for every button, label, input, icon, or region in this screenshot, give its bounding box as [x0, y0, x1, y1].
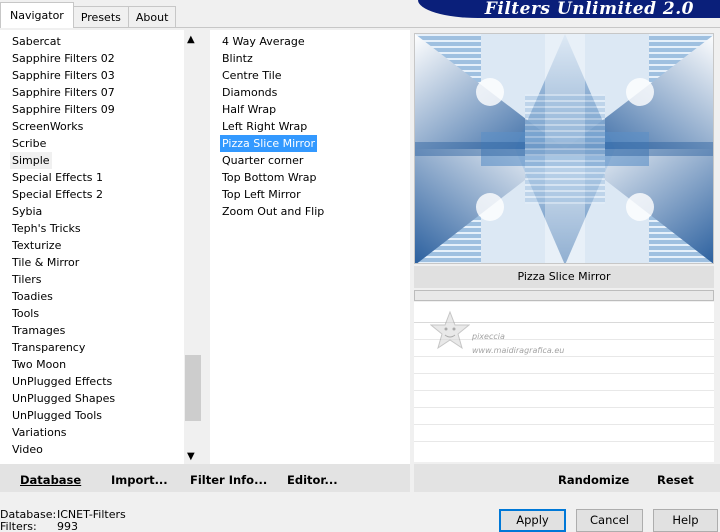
category-item[interactable]: Variations: [12, 424, 67, 441]
tab-presets[interactable]: Presets: [72, 6, 129, 28]
parameter-row-divider: [414, 390, 714, 391]
category-item[interactable]: Simple: [10, 152, 52, 169]
category-item[interactable]: Sapphire Filters 09: [12, 101, 115, 118]
category-item[interactable]: Special Effects 1: [12, 169, 103, 186]
category-item[interactable]: Toadies: [12, 288, 53, 305]
watermark: pixeccia www.maidiragrafica.eu: [429, 310, 600, 370]
parameter-row-divider: [414, 441, 714, 442]
title-banner: Filters Unlimited 2.0: [418, 0, 720, 19]
category-list[interactable]: Sabercat Sapphire Filters 02 Sapphire Filt…: [0, 30, 202, 464]
apply-button[interactable]: Apply: [499, 509, 566, 532]
parameter-row-divider: [414, 373, 714, 374]
category-item[interactable]: Sabercat: [12, 33, 61, 50]
parameter-row-divider: [414, 407, 714, 408]
reset-button[interactable]: Reset: [657, 473, 694, 487]
database-button[interactable]: Database: [20, 473, 81, 487]
filter-item[interactable]: Quarter corner: [220, 152, 305, 169]
cancel-button[interactable]: Cancel: [576, 509, 643, 532]
status-filters: Filters: 993: [0, 521, 78, 532]
progress-bar: [414, 290, 714, 301]
filter-item[interactable]: Left Right Wrap: [220, 118, 309, 135]
category-item[interactable]: UnPlugged Shapes: [12, 390, 115, 407]
filter-item[interactable]: Blintz: [220, 50, 255, 67]
category-item[interactable]: Sapphire Filters 02: [12, 50, 115, 67]
scrollbar-thumb[interactable]: [185, 355, 201, 421]
preview-caption: Pizza Slice Mirror: [414, 266, 714, 288]
category-item[interactable]: Tools: [12, 305, 39, 322]
navigator-button-bar: Database Import... Filter Info... Editor…: [0, 464, 410, 492]
filter-item[interactable]: 4 Way Average: [220, 33, 307, 50]
filter-list[interactable]: 4 Way Average Blintz Centre Tile Diamonds Ha…: [210, 30, 410, 464]
category-scrollbar[interactable]: ▲ ▼: [184, 30, 202, 464]
filter-item[interactable]: Zoom Out and Flip: [220, 203, 326, 220]
category-item[interactable]: UnPlugged Effects: [12, 373, 112, 390]
randomize-button[interactable]: Randomize: [558, 473, 629, 487]
category-item[interactable]: Teph's Tricks: [12, 220, 81, 237]
filter-item[interactable]: Pizza Slice Mirror: [220, 135, 318, 152]
category-item[interactable]: Special Effects 2: [12, 186, 103, 203]
banner-title: Filters Unlimited 2.0: [484, 0, 694, 19]
scroll-down-icon[interactable]: ▼: [187, 451, 195, 462]
category-item[interactable]: Sapphire Filters 07: [12, 84, 115, 101]
watermark-url: www.maidiragrafica.eu: [472, 346, 565, 355]
category-item[interactable]: Tile & Mirror: [12, 254, 79, 271]
help-button[interactable]: Help: [653, 509, 718, 532]
tab-navigator[interactable]: Navigator: [0, 2, 74, 28]
preview-pattern: [415, 34, 713, 263]
watermark-name: pixeccia: [472, 332, 505, 341]
category-item[interactable]: Sapphire Filters 03: [12, 67, 115, 84]
filter-item[interactable]: Centre Tile: [220, 67, 284, 84]
category-item[interactable]: Texturize: [12, 237, 61, 254]
category-item[interactable]: Tilers: [12, 271, 42, 288]
category-item[interactable]: Tramages: [12, 322, 65, 339]
star-logo-icon: [429, 310, 471, 350]
parameter-row-divider: [414, 424, 714, 425]
filter-item[interactable]: Top Left Mirror: [220, 186, 303, 203]
category-item[interactable]: UnPlugged Tools: [12, 407, 102, 424]
tab-strip: Navigator Presets About: [0, 0, 177, 28]
category-item[interactable]: ScreenWorks: [12, 118, 83, 135]
tab-about[interactable]: About: [127, 6, 177, 28]
scroll-up-icon[interactable]: ▲: [187, 34, 195, 45]
category-item[interactable]: Scribe: [12, 135, 46, 152]
status-filters-value: 993: [57, 520, 78, 532]
preview-button-bar: Randomize Reset: [414, 464, 720, 492]
filter-item[interactable]: Top Bottom Wrap: [220, 169, 319, 186]
category-item[interactable]: Transparency: [12, 339, 85, 356]
filter-item[interactable]: Diamonds: [220, 84, 279, 101]
category-item[interactable]: Two Moon: [12, 356, 66, 373]
filter-info-button[interactable]: Filter Info...: [190, 473, 267, 487]
import-button[interactable]: Import...: [111, 473, 168, 487]
filter-item[interactable]: Half Wrap: [220, 101, 278, 118]
category-item[interactable]: Sybia: [12, 203, 42, 220]
editor-button[interactable]: Editor...: [287, 473, 338, 487]
status-filters-label: Filters:: [0, 520, 37, 532]
preview-image: [414, 33, 714, 264]
category-item[interactable]: Video: [12, 441, 43, 458]
